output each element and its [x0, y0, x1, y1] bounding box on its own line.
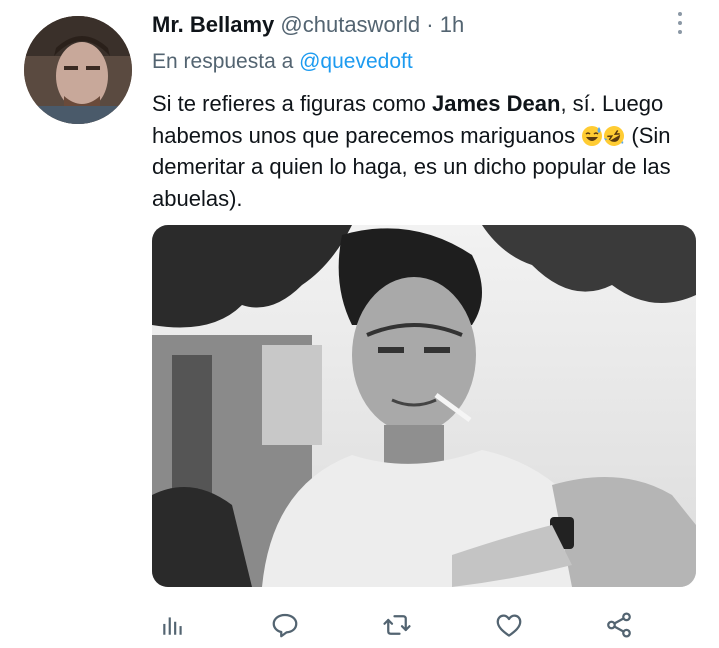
share-icon[interactable]: [602, 608, 636, 642]
tweet-text-part1: Si te refieres a figuras como: [152, 91, 433, 116]
reply-context: En respuesta a @quevedoft: [152, 50, 413, 74]
header-separator: ·: [426, 12, 434, 37]
reply-icon[interactable]: [268, 608, 302, 642]
author-handle[interactable]: @chutasworld: [280, 12, 420, 37]
reply-to-link[interactable]: @quevedoft: [299, 50, 413, 73]
analytics-icon[interactable]: [156, 608, 190, 642]
tweet-time[interactable]: 1h: [440, 12, 464, 37]
reply-prefix: En respuesta a: [152, 50, 294, 73]
tweet-text: Si te refieres a figuras como James Dean…: [152, 88, 700, 214]
sweat-smile-emoji: [581, 124, 603, 146]
more-options-icon[interactable]: [670, 12, 690, 42]
tweet-text-bold: James Dean: [432, 91, 561, 116]
retweet-icon[interactable]: [380, 608, 414, 642]
avatar[interactable]: [24, 16, 132, 124]
tweet-photo[interactable]: [152, 225, 696, 587]
rofl-emoji: [603, 124, 625, 146]
author-name[interactable]: Mr. Bellamy: [152, 12, 274, 37]
tweet-header: Mr. Bellamy @chutasworld · 1h: [152, 12, 464, 38]
tweet-actions: [0, 608, 719, 648]
like-icon[interactable]: [492, 608, 526, 642]
